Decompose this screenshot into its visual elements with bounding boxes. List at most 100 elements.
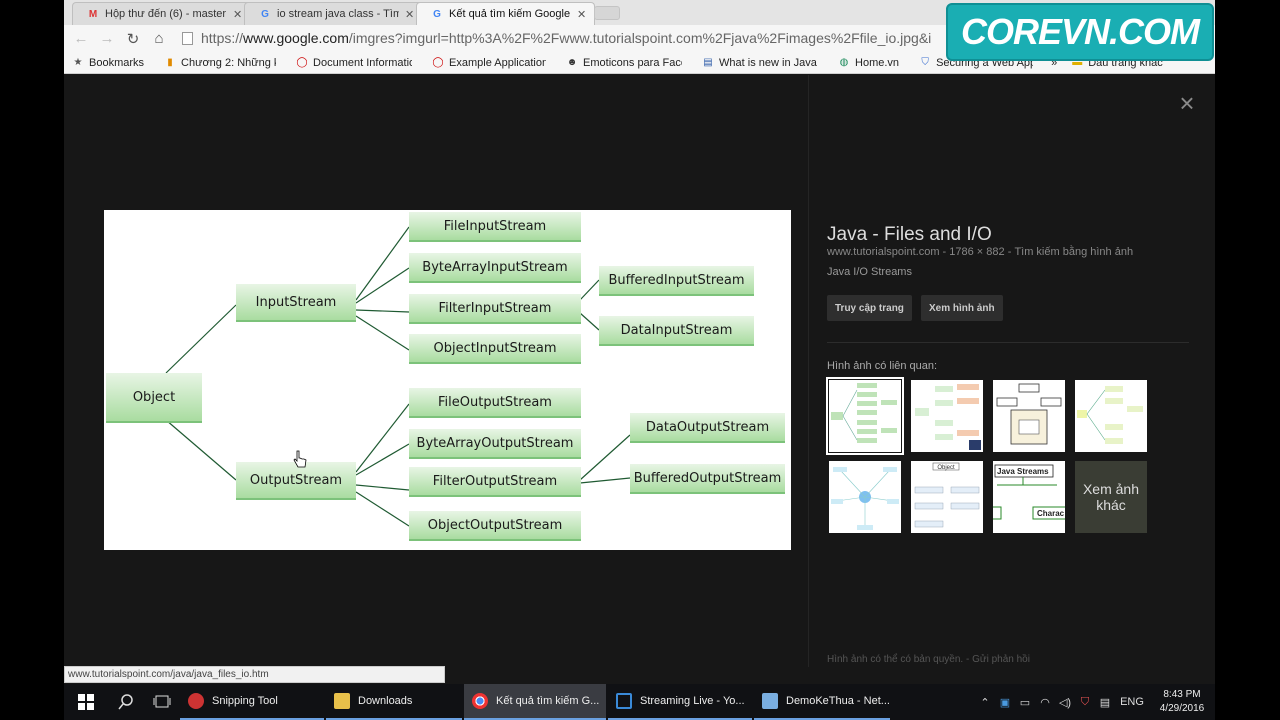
home-icon[interactable]: ⌂ (146, 30, 172, 47)
message-icon[interactable]: ▤ (1095, 696, 1115, 709)
image-title[interactable]: Java - Files and I/O (827, 224, 992, 246)
task-view-glyph (153, 695, 171, 708)
node-bufferedoutputstream: BufferedOutputStream (630, 464, 785, 494)
page-icon (182, 31, 193, 45)
node-object: Object (106, 373, 202, 423)
thumb-diagram-graphic (831, 467, 899, 530)
close-tab-icon[interactable]: ✕ (405, 8, 414, 21)
clock-date: 4/29/2016 (1159, 703, 1205, 714)
battery-icon[interactable]: ▭ (1015, 696, 1035, 709)
related-heading: Hình ảnh có liên quan: (827, 360, 938, 372)
magnifier-glyph (118, 694, 133, 710)
bookmark-item[interactable]: ▮ Chương 2: Những kiế (156, 57, 276, 69)
clock[interactable]: 8:43 PM 4/29/2016 (1149, 688, 1215, 716)
gmail-icon: M (88, 8, 98, 20)
node-dataoutputstream: DataOutputStream (630, 413, 785, 443)
clock-time: 8:43 PM (1163, 689, 1201, 700)
url-scheme: https:// (201, 30, 244, 46)
send-feedback-link[interactable]: Gửi phản hồi (972, 654, 1030, 665)
taskbar-app-netbeans[interactable]: DemoKeThua - Net... (754, 684, 890, 720)
thumb-diagram-graphic: Java Streams Charac (993, 464, 1065, 520)
close-icon[interactable]: × (1176, 90, 1198, 116)
star-icon: ★ (73, 57, 83, 68)
tab-label: Kết quả tìm kiếm Google (449, 8, 571, 20)
panel-separator (827, 342, 1189, 343)
taskbar-app-chrome[interactable]: Kết quả tìm kiếm G... (464, 684, 606, 720)
taskbar-app-streaming[interactable]: Streaming Live - Yo... (608, 684, 752, 720)
taskbar-app-label: DemoKeThua - Net... (786, 695, 890, 707)
bookmark-item[interactable]: ◍ Home.vn (830, 57, 899, 69)
reload-icon[interactable]: ↻ (120, 30, 146, 48)
thumb-diagram-graphic (996, 383, 1062, 445)
bookmark-label: Document Informatio (313, 56, 413, 69)
related-thumb[interactable] (993, 380, 1065, 452)
node-bufferedinputstream: BufferedInputStream (599, 266, 754, 296)
status-url-bar: www.tutorialspoint.com/java/java_files_i… (64, 666, 445, 683)
tab-label: io stream java class - Tìm (277, 8, 399, 20)
start-button[interactable] (64, 684, 108, 720)
back-icon[interactable]: ← (68, 30, 94, 47)
oracle-icon: ◯ (432, 57, 444, 68)
related-thumb[interactable] (911, 380, 983, 452)
bookmark-item[interactable]: ▤ What is new in Java ve (694, 57, 818, 69)
letterbox-left (0, 0, 64, 720)
node-filterinputstream: FilterInputStream (409, 294, 581, 324)
visit-page-button[interactable]: Truy cập trang (827, 295, 912, 321)
network-app-icon[interactable]: ▣ (995, 696, 1015, 709)
address-bar[interactable]: https://www.google.com/imgres?imgurl=htt… (176, 27, 1076, 49)
thumb-diagram-graphic (915, 384, 981, 450)
node-objectinputstream: ObjectInputStream (409, 334, 581, 364)
bookmark-item[interactable]: ☻ Emoticons para Faceb (558, 57, 682, 69)
related-thumb[interactable] (829, 461, 901, 533)
taskbar-app-snipping-tool[interactable]: Snipping Tool (180, 684, 324, 720)
bookmark-label: Home.vn (855, 56, 900, 69)
related-thumb[interactable]: Java Streams Charac (993, 461, 1065, 533)
close-tab-icon[interactable]: ✕ (233, 8, 242, 21)
related-thumb[interactable] (1075, 380, 1147, 452)
new-tab-button[interactable] (594, 6, 620, 20)
url-host: www.google.com (243, 30, 349, 46)
home-vn-icon: ◍ (839, 57, 849, 68)
bookmark-item[interactable]: ★ Bookmarks (64, 57, 145, 69)
netbeans-icon (762, 693, 778, 709)
more-images-button[interactable]: Xem ảnh khác (1075, 461, 1147, 533)
taskbar-app-label: Streaming Live - Yo... (640, 695, 745, 707)
related-thumb[interactable]: Object (911, 461, 983, 533)
search-icon[interactable] (108, 684, 144, 720)
view-image-button[interactable]: Xem hình ảnh (921, 295, 1003, 321)
url-path: /imgres?imgurl=http%3A%2F%2Fwww.tutorial… (348, 30, 932, 46)
volume-icon[interactable]: ◁) (1055, 696, 1075, 709)
search-by-image-link[interactable]: Tìm kiếm bằng hình ảnh (1014, 246, 1133, 258)
shield-icon: ⛉ (921, 57, 929, 68)
panel-divider (808, 75, 809, 667)
node-objectoutputstream: ObjectOutputStream (409, 511, 581, 541)
related-thumb[interactable] (826, 377, 904, 455)
wifi-icon[interactable]: ◠ (1035, 696, 1055, 709)
meta-separator: - (1004, 246, 1015, 258)
letterbox-right (1215, 0, 1280, 720)
watermark-logo: COREVN.COM (946, 3, 1214, 61)
taskbar-app-label: Snipping Tool (212, 695, 278, 707)
tab-search[interactable]: G io stream java class - Tìm ✕ (244, 2, 424, 25)
google-icon: G (433, 8, 441, 20)
bookmark-item[interactable]: ◯ Document Informatio (288, 57, 412, 69)
taskbar-app-label: Downloads (358, 695, 413, 707)
bookmark-label: What is new in Java ve (719, 56, 818, 69)
image-dimensions: 1786 × 882 (949, 246, 1005, 258)
antivirus-icon[interactable]: ⛉ (1075, 696, 1095, 709)
forward-icon[interactable]: → (94, 30, 120, 47)
source-domain: www.tutorialspoint.com (827, 246, 940, 258)
tab-gmail[interactable]: M Hộp thư đến (6) - master ✕ (72, 2, 252, 25)
thumb-diagram-graphic: Object (914, 462, 980, 528)
google-icon: G (261, 8, 269, 20)
close-tab-icon[interactable]: ✕ (577, 8, 586, 21)
image-meta: www.tutorialspoint.com - 1786 × 882 - Tì… (827, 246, 1133, 258)
monitor-icon (616, 693, 632, 709)
task-view-icon[interactable] (144, 684, 180, 720)
chevron-up-icon[interactable]: ⌃ (975, 696, 995, 709)
preview-image[interactable]: Object InputStream OutputStream FileInpu… (104, 210, 791, 550)
bookmark-item[interactable]: ◯ Example Applications (424, 57, 546, 69)
taskbar-app-downloads[interactable]: Downloads (326, 684, 462, 720)
tab-image-result[interactable]: G Kết quả tìm kiếm Google ✕ (416, 2, 596, 25)
language-indicator[interactable]: ENG (1115, 696, 1149, 708)
